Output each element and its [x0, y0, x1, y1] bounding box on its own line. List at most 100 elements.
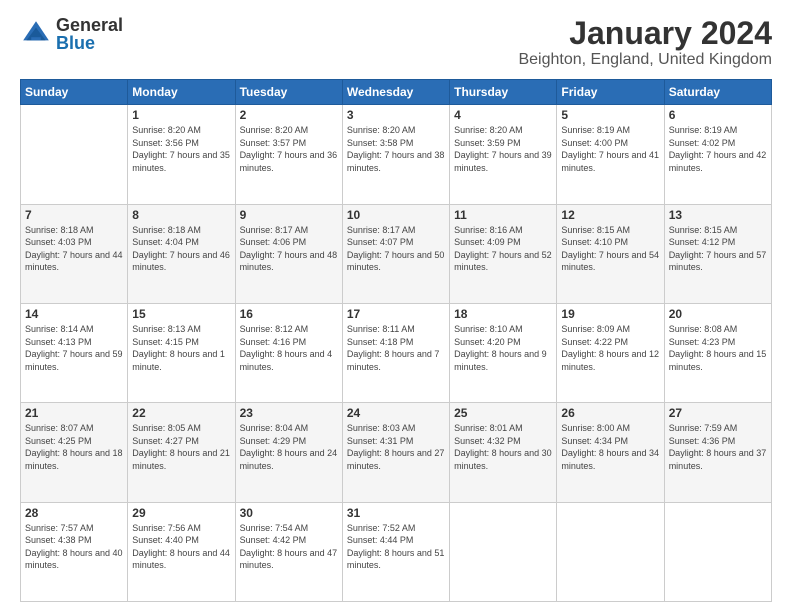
- sunrise-text: Sunrise: 8:19 AM: [669, 124, 767, 137]
- sunset-text: Sunset: 3:59 PM: [454, 137, 552, 150]
- daylight-text: Daylight: 8 hours and 34 minutes.: [561, 447, 659, 472]
- day-info: Sunrise: 8:20 AMSunset: 3:56 PMDaylight:…: [132, 124, 230, 174]
- table-row: 6 Sunrise: 8:19 AMSunset: 4:02 PMDaylight…: [664, 105, 771, 204]
- daylight-text: Daylight: 7 hours and 54 minutes.: [561, 249, 659, 274]
- calendar-subtitle: Beighton, England, United Kingdom: [518, 51, 772, 69]
- daylight-text: Daylight: 8 hours and 51 minutes.: [347, 547, 445, 572]
- day-info: Sunrise: 8:19 AMSunset: 4:02 PMDaylight:…: [669, 124, 767, 174]
- title-block: January 2024 Beighton, England, United K…: [518, 16, 772, 69]
- table-row: 20Sunrise: 8:08 AMSunset: 4:23 PMDayligh…: [664, 303, 771, 402]
- calendar-week-row: 28Sunrise: 7:57 AMSunset: 4:38 PMDayligh…: [21, 502, 772, 601]
- day-number: 6: [669, 108, 767, 122]
- day-number: 25: [454, 406, 552, 420]
- sunset-text: Sunset: 4:44 PM: [347, 534, 445, 547]
- calendar-week-row: 21Sunrise: 8:07 AMSunset: 4:25 PMDayligh…: [21, 403, 772, 502]
- daylight-text: Daylight: 7 hours and 57 minutes.: [669, 249, 767, 274]
- day-number: 31: [347, 506, 445, 520]
- sunset-text: Sunset: 4:12 PM: [669, 236, 767, 249]
- daylight-text: Daylight: 8 hours and 1 minute.: [132, 348, 230, 373]
- day-info: Sunrise: 7:59 AMSunset: 4:36 PMDaylight:…: [669, 422, 767, 472]
- sunset-text: Sunset: 4:31 PM: [347, 435, 445, 448]
- day-info: Sunrise: 8:12 AMSunset: 4:16 PMDaylight:…: [240, 323, 338, 373]
- sunset-text: Sunset: 3:57 PM: [240, 137, 338, 150]
- daylight-text: Daylight: 8 hours and 9 minutes.: [454, 348, 552, 373]
- table-row: 18 Sunrise: 8:10 AMSunset: 4:20 PMDayligh…: [450, 303, 557, 402]
- day-number: 19: [561, 307, 659, 321]
- day-number: 18: [454, 307, 552, 321]
- sunset-text: Sunset: 4:04 PM: [132, 236, 230, 249]
- day-info: Sunrise: 8:04 AMSunset: 4:29 PMDaylight:…: [240, 422, 338, 472]
- sunrise-text: Sunrise: 7:59 AM: [669, 422, 767, 435]
- sunset-text: Sunset: 4:15 PM: [132, 336, 230, 349]
- sunrise-text: Sunrise: 8:20 AM: [240, 124, 338, 137]
- sunrise-text: Sunrise: 8:08 AM: [669, 323, 767, 336]
- sunrise-text: Sunrise: 8:16 AM: [454, 224, 552, 237]
- header-wednesday: Wednesday: [342, 80, 449, 105]
- sunrise-text: Sunrise: 8:10 AM: [454, 323, 552, 336]
- sunset-text: Sunset: 3:56 PM: [132, 137, 230, 150]
- day-number: 21: [25, 406, 123, 420]
- day-info: Sunrise: 8:19 AMSunset: 4:00 PMDaylight:…: [561, 124, 659, 174]
- table-row: 10Sunrise: 8:17 AMSunset: 4:07 PMDayligh…: [342, 204, 449, 303]
- calendar-table: Sunday Monday Tuesday Wednesday Thursday…: [20, 79, 772, 602]
- day-info: Sunrise: 8:10 AMSunset: 4:20 PMDaylight:…: [454, 323, 552, 373]
- daylight-text: Daylight: 8 hours and 4 minutes.: [240, 348, 338, 373]
- day-number: 7: [25, 208, 123, 222]
- day-number: 30: [240, 506, 338, 520]
- day-info: Sunrise: 8:08 AMSunset: 4:23 PMDaylight:…: [669, 323, 767, 373]
- day-info: Sunrise: 8:14 AMSunset: 4:13 PMDaylight:…: [25, 323, 123, 373]
- sunrise-text: Sunrise: 8:20 AM: [454, 124, 552, 137]
- daylight-text: Daylight: 8 hours and 27 minutes.: [347, 447, 445, 472]
- daylight-text: Daylight: 7 hours and 39 minutes.: [454, 149, 552, 174]
- day-info: Sunrise: 8:03 AMSunset: 4:31 PMDaylight:…: [347, 422, 445, 472]
- sunrise-text: Sunrise: 7:57 AM: [25, 522, 123, 535]
- day-number: 17: [347, 307, 445, 321]
- logo-blue-text: Blue: [56, 34, 123, 52]
- day-info: Sunrise: 8:00 AMSunset: 4:34 PMDaylight:…: [561, 422, 659, 472]
- daylight-text: Daylight: 8 hours and 37 minutes.: [669, 447, 767, 472]
- sunrise-text: Sunrise: 8:12 AM: [240, 323, 338, 336]
- table-row: 7 Sunrise: 8:18 AMSunset: 4:03 PMDaylight…: [21, 204, 128, 303]
- day-info: Sunrise: 7:56 AMSunset: 4:40 PMDaylight:…: [132, 522, 230, 572]
- day-info: Sunrise: 8:01 AMSunset: 4:32 PMDaylight:…: [454, 422, 552, 472]
- sunset-text: Sunset: 4:23 PM: [669, 336, 767, 349]
- table-row: 15 Sunrise: 8:13 AMSunset: 4:15 PMDayligh…: [128, 303, 235, 402]
- table-row: 25 Sunrise: 8:01 AMSunset: 4:32 PMDayligh…: [450, 403, 557, 502]
- day-info: Sunrise: 8:20 AMSunset: 3:57 PMDaylight:…: [240, 124, 338, 174]
- daylight-text: Daylight: 7 hours and 35 minutes.: [132, 149, 230, 174]
- calendar-week-row: 14Sunrise: 8:14 AMSunset: 4:13 PMDayligh…: [21, 303, 772, 402]
- sunset-text: Sunset: 4:36 PM: [669, 435, 767, 448]
- daylight-text: Daylight: 8 hours and 15 minutes.: [669, 348, 767, 373]
- table-row: 28Sunrise: 7:57 AMSunset: 4:38 PMDayligh…: [21, 502, 128, 601]
- day-number: 11: [454, 208, 552, 222]
- day-number: 15: [132, 307, 230, 321]
- table-row: 21Sunrise: 8:07 AMSunset: 4:25 PMDayligh…: [21, 403, 128, 502]
- table-row: 19Sunrise: 8:09 AMSunset: 4:22 PMDayligh…: [557, 303, 664, 402]
- daylight-text: Daylight: 7 hours and 48 minutes.: [240, 249, 338, 274]
- day-info: Sunrise: 7:54 AMSunset: 4:42 PMDaylight:…: [240, 522, 338, 572]
- header-sunday: Sunday: [21, 80, 128, 105]
- table-row: 14Sunrise: 8:14 AMSunset: 4:13 PMDayligh…: [21, 303, 128, 402]
- day-number: 4: [454, 108, 552, 122]
- day-number: 27: [669, 406, 767, 420]
- table-row: [450, 502, 557, 601]
- day-number: 10: [347, 208, 445, 222]
- sunrise-text: Sunrise: 8:19 AM: [561, 124, 659, 137]
- day-info: Sunrise: 8:13 AMSunset: 4:15 PMDaylight:…: [132, 323, 230, 373]
- table-row: 22Sunrise: 8:05 AMSunset: 4:27 PMDayligh…: [128, 403, 235, 502]
- header-friday: Friday: [557, 80, 664, 105]
- day-info: Sunrise: 8:16 AMSunset: 4:09 PMDaylight:…: [454, 224, 552, 274]
- sunrise-text: Sunrise: 8:04 AM: [240, 422, 338, 435]
- table-row: 13Sunrise: 8:15 AMSunset: 4:12 PMDayligh…: [664, 204, 771, 303]
- sunrise-text: Sunrise: 8:18 AM: [25, 224, 123, 237]
- sunrise-text: Sunrise: 8:13 AM: [132, 323, 230, 336]
- table-row: 23Sunrise: 8:04 AMSunset: 4:29 PMDayligh…: [235, 403, 342, 502]
- sunset-text: Sunset: 4:25 PM: [25, 435, 123, 448]
- sunset-text: Sunset: 4:42 PM: [240, 534, 338, 547]
- table-row: 16Sunrise: 8:12 AMSunset: 4:16 PMDayligh…: [235, 303, 342, 402]
- sunset-text: Sunset: 4:34 PM: [561, 435, 659, 448]
- day-info: Sunrise: 8:18 AMSunset: 4:03 PMDaylight:…: [25, 224, 123, 274]
- sunset-text: Sunset: 4:20 PM: [454, 336, 552, 349]
- sunrise-text: Sunrise: 8:09 AM: [561, 323, 659, 336]
- header-thursday: Thursday: [450, 80, 557, 105]
